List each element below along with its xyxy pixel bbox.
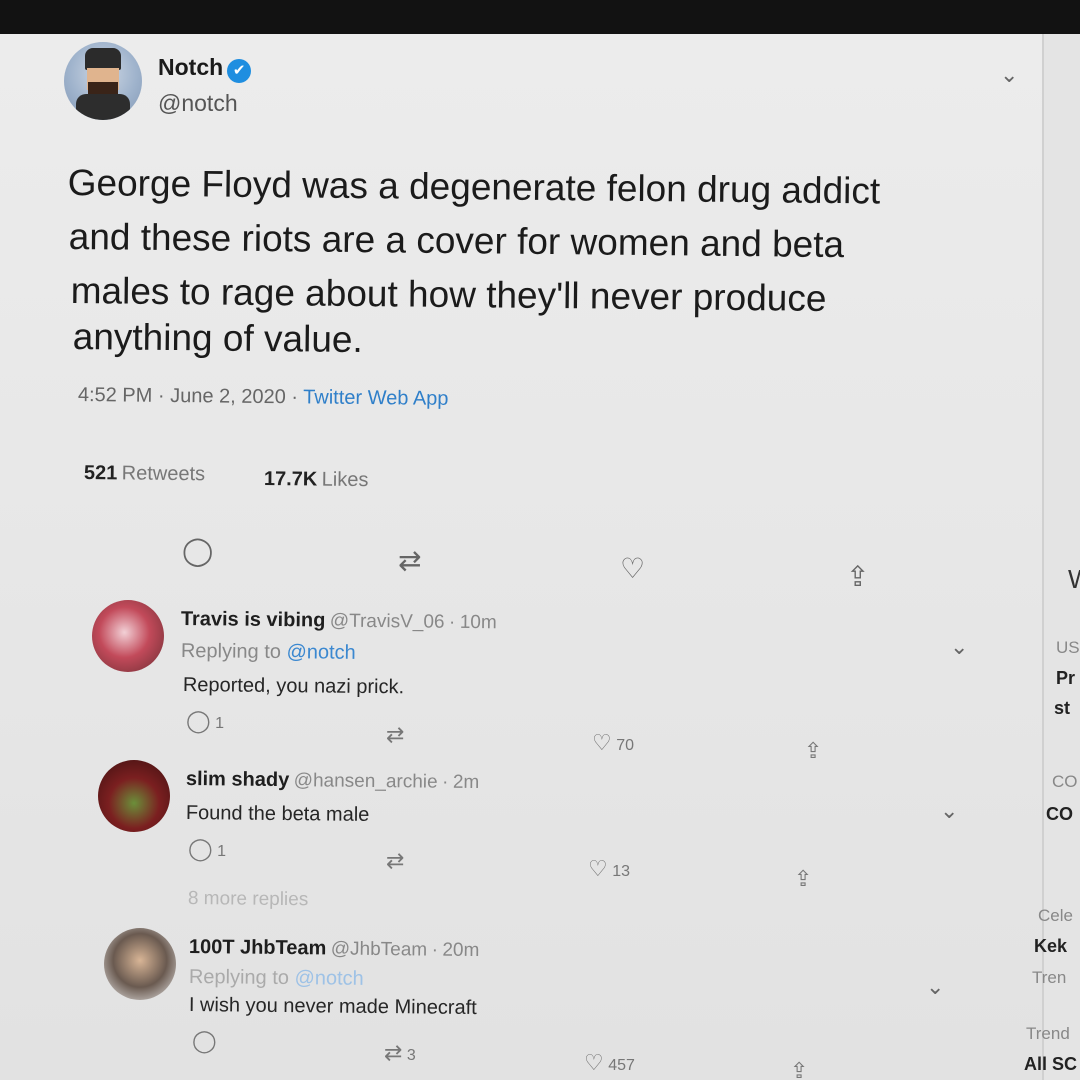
reply-3-replying-to: Replying to @notch xyxy=(189,966,364,991)
reply-2-sep: · xyxy=(442,771,449,793)
reply-2-retweet-icon[interactable]: ⇄ xyxy=(386,848,404,874)
sidebar-fragment-us: US xyxy=(1056,638,1080,657)
sidebar-fragment-all[interactable]: All SC xyxy=(1024,1054,1077,1075)
tweet-date[interactable]: June 2, 2020 xyxy=(170,385,286,408)
reply-3-handle[interactable]: @JhbTeam xyxy=(331,938,428,960)
retweets-stat[interactable]: 521 Retweets xyxy=(84,462,205,486)
top-black-bar xyxy=(0,0,1080,34)
reply-2-name[interactable]: slim shady xyxy=(186,768,290,791)
reply-2-like-icon[interactable]: ♡ xyxy=(588,856,608,881)
reply-1-sep: · xyxy=(448,611,456,633)
reply-1-handle[interactable]: @TravisV_06 xyxy=(330,611,445,633)
reply-icon[interactable]: ◯ xyxy=(182,534,213,567)
more-replies-link[interactable]: 8 more replies xyxy=(188,888,309,911)
author-name[interactable]: Notch xyxy=(158,54,223,80)
meta-sep-2: · xyxy=(291,386,299,409)
reply-1-retweet-icon[interactable]: ⇄ xyxy=(386,722,404,748)
reply-3-like-action[interactable]: ♡ 457 xyxy=(584,1050,635,1076)
likes-count: 17.7K xyxy=(263,468,318,491)
reply-2-like-count: 13 xyxy=(612,863,630,880)
author-name-row[interactable]: Notch ✔ xyxy=(158,54,252,83)
reply-2-text: Found the beta male xyxy=(185,802,370,826)
tweet-meta: 4:52 PM · June 2, 2020 · Twitter Web App xyxy=(78,384,449,411)
verified-badge-icon: ✔ xyxy=(227,58,252,83)
reply-3-retweet-count: 3 xyxy=(406,1047,416,1064)
share-icon[interactable]: ⇪ xyxy=(846,560,869,593)
retweets-label: Retweets xyxy=(121,462,206,486)
reply-1-share-icon[interactable]: ⇪ xyxy=(804,738,822,764)
reply-2-share-icon[interactable]: ⇪ xyxy=(794,866,812,892)
sidebar-fragment-co-2[interactable]: CO xyxy=(1046,804,1073,825)
reply-1-like-icon[interactable]: ♡ xyxy=(592,730,612,755)
reply-1-avatar[interactable] xyxy=(92,600,164,672)
reply-3-name[interactable]: 100T JhbTeam xyxy=(189,936,327,959)
tweet-source-link[interactable]: Twitter Web App xyxy=(303,386,448,410)
reply-2-handle[interactable]: @hansen_archie xyxy=(294,770,438,793)
reply-2-header: slim shady @hansen_archie · 2m xyxy=(186,768,480,794)
avatar-hat xyxy=(85,48,121,70)
sidebar-fragment-tren: Tren xyxy=(1032,968,1067,987)
meta-sep-1: · xyxy=(157,384,165,407)
reply-3-replying-prefix: Replying to xyxy=(188,966,290,990)
reply-2-time[interactable]: 2m xyxy=(453,772,480,793)
reply-3-avatar[interactable] xyxy=(104,928,176,1000)
reply-3-sep: · xyxy=(431,939,439,961)
reply-2-avatar[interactable] xyxy=(98,760,170,832)
reply-3-chevron-icon[interactable]: ⌄ xyxy=(926,974,944,1000)
retweets-count: 521 xyxy=(83,462,118,485)
reply-1-replying-handle[interactable]: @notch xyxy=(286,641,355,664)
reply-1-replying-prefix: Replying to xyxy=(180,640,282,664)
reply-1-header: Travis is vibing @TravisV_06 · 10m xyxy=(181,608,497,634)
like-icon[interactable]: ♡ xyxy=(620,552,645,585)
reply-3-text: I wish you never made Minecraft xyxy=(188,994,477,1020)
sidebar-fragment-kek[interactable]: Kek xyxy=(1034,936,1067,957)
notch-avatar[interactable] xyxy=(64,42,142,120)
reply-1-reply-icon[interactable]: ◯ xyxy=(186,708,211,733)
retweet-icon[interactable]: ⇄ xyxy=(398,544,421,577)
reply-2-reply-icon[interactable]: ◯ xyxy=(188,836,213,861)
reply-3-like-icon[interactable]: ♡ xyxy=(584,1050,604,1075)
reply-1-like-count: 70 xyxy=(616,737,634,754)
reply-1-text: Reported, you nazi prick. xyxy=(182,674,405,699)
reply-2-reply-count: 1 xyxy=(217,843,226,860)
reply-1-name[interactable]: Travis is vibing xyxy=(181,608,326,632)
tweet-text-line-2: and these riots are a cover for women an… xyxy=(68,215,845,266)
reply-1-like-action[interactable]: ♡ 70 xyxy=(592,730,634,756)
reply-3-retweet-icon[interactable]: ⇄ xyxy=(384,1040,402,1065)
likes-label: Likes xyxy=(321,468,369,492)
reply-1-reply-count: 1 xyxy=(215,715,224,732)
reply-3-replying-handle[interactable]: @notch xyxy=(294,967,363,990)
reply-1-time[interactable]: 10m xyxy=(460,612,497,633)
reply-3-retweet-action[interactable]: ⇄ 3 xyxy=(384,1040,416,1066)
author-handle[interactable]: @notch xyxy=(158,90,238,117)
tweet-options-chevron-icon[interactable]: ⌄ xyxy=(1000,62,1018,88)
tweet-time[interactable]: 4:52 PM xyxy=(78,384,153,407)
reply-3-reply-icon[interactable]: ◯ xyxy=(192,1028,217,1054)
reply-3-time[interactable]: 20m xyxy=(442,940,479,961)
likes-stat[interactable]: 17.7K Likes xyxy=(264,468,369,492)
reply-2-reply-action[interactable]: ◯ 1 xyxy=(188,836,226,862)
reply-3-share-icon[interactable]: ⇪ xyxy=(790,1058,808,1080)
twitter-screen: Notch ✔ @notch ⌄ George Floyd was a degen… xyxy=(0,34,1080,1080)
reply-1-chevron-icon[interactable]: ⌄ xyxy=(950,634,968,660)
sidebar-fragment-co-1: CO xyxy=(1052,772,1078,791)
tweet-text-line-4: anything of value. xyxy=(72,315,363,361)
reply-3-like-count: 457 xyxy=(608,1057,635,1074)
reply-1-reply-action[interactable]: ◯ 1 xyxy=(186,708,224,734)
sidebar-header-fragment: W xyxy=(1068,564,1080,595)
tweet-text-line-1: George Floyd was a degenerate felon drug… xyxy=(67,161,881,212)
reply-3-header: 100T JhbTeam @JhbTeam · 20m xyxy=(189,936,480,962)
sidebar-fragment-cele: Cele xyxy=(1038,906,1073,925)
reply-1-replying-to: Replying to @notch xyxy=(181,640,356,665)
right-sidebar: W US Pr st CO CO Cele Kek Tren Trend All… xyxy=(1024,34,1080,1080)
reply-2-like-action[interactable]: ♡ 13 xyxy=(588,856,630,882)
avatar-body xyxy=(76,94,130,120)
sidebar-fragment-trend: Trend xyxy=(1026,1024,1070,1043)
sidebar-fragment-st[interactable]: st xyxy=(1054,698,1070,719)
reply-2-chevron-icon[interactable]: ⌄ xyxy=(940,798,958,824)
sidebar-fragment-pr[interactable]: Pr xyxy=(1056,668,1075,689)
